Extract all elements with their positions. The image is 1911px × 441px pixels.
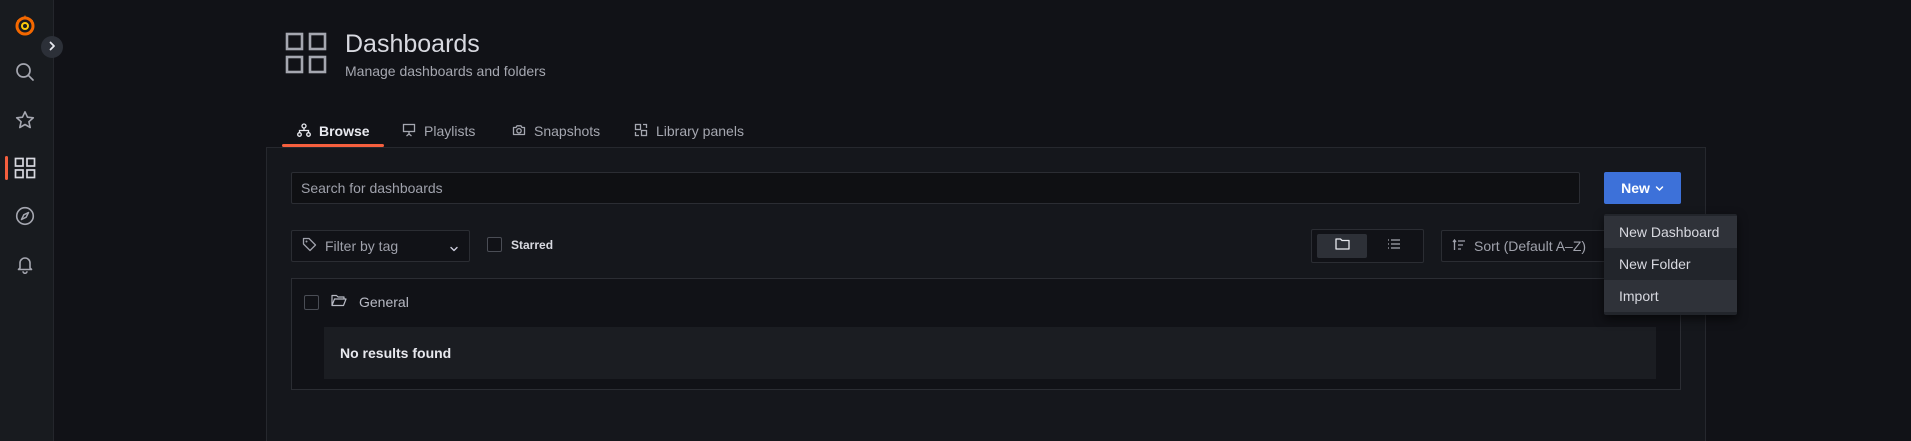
tab-label: Library panels: [656, 123, 744, 139]
chevron-down-icon: [1655, 180, 1664, 196]
folder-checkbox[interactable]: [304, 294, 319, 310]
page-subtitle: Manage dashboards and folders: [345, 63, 546, 79]
star-icon[interactable]: [12, 107, 38, 133]
empty-results-message: No results found: [324, 327, 1656, 379]
starred-filter[interactable]: Starred: [487, 237, 553, 252]
menu-item-new-folder[interactable]: New Folder: [1604, 248, 1737, 280]
folder-icon: [1334, 237, 1350, 255]
folder-open-icon: [331, 294, 347, 310]
chevron-down-icon: [449, 241, 459, 257]
tag-filter-select[interactable]: Filter by tag: [291, 230, 470, 262]
dashboards-icon[interactable]: [12, 155, 38, 181]
new-dropdown-menu: New Dashboard New Folder Import: [1604, 214, 1737, 315]
list-icon: [1387, 237, 1401, 255]
menu-item-import[interactable]: Import: [1604, 280, 1737, 312]
folder-name: General: [359, 294, 409, 310]
sidebar: [0, 0, 54, 441]
sort-label: Sort (Default A–Z): [1474, 238, 1587, 254]
new-button-label: New: [1621, 180, 1650, 196]
sort-select[interactable]: Sort (Default A–Z): [1441, 230, 1606, 262]
tab-playlists[interactable]: Playlists: [402, 114, 475, 148]
presentation-icon: [402, 123, 416, 140]
search-input[interactable]: [291, 172, 1580, 204]
grafana-logo-icon[interactable]: [12, 12, 38, 38]
search-icon[interactable]: [12, 59, 38, 85]
sidebar-toggle-button[interactable]: [41, 36, 63, 58]
tab-label: Snapshots: [534, 123, 601, 139]
bell-icon[interactable]: [12, 251, 38, 277]
compass-icon[interactable]: [12, 203, 38, 229]
page-title: Dashboards: [345, 30, 480, 58]
sidebar-active-indicator: [5, 156, 8, 180]
tab-browse[interactable]: Browse: [297, 114, 370, 148]
starred-checkbox[interactable]: [487, 237, 502, 252]
dashboards-icon: [285, 32, 327, 79]
list-view-button[interactable]: [1369, 234, 1419, 258]
menu-item-new-dashboard[interactable]: New Dashboard: [1604, 216, 1737, 248]
sort-icon: [1452, 238, 1466, 254]
view-mode-toggle: [1311, 229, 1424, 263]
tab-label: Browse: [319, 123, 370, 139]
tab-library-panels[interactable]: Library panels: [634, 114, 744, 148]
library-panels-icon: [634, 123, 648, 140]
chevron-right-icon: [47, 38, 57, 56]
starred-label: Starred: [511, 237, 554, 252]
folder-header-general[interactable]: General: [304, 294, 409, 310]
tab-snapshots[interactable]: Snapshots: [512, 114, 600, 148]
sitemap-icon: [297, 122, 311, 140]
tab-label: Playlists: [424, 123, 476, 139]
tag-icon: [302, 237, 317, 255]
folder-view-button[interactable]: [1317, 234, 1367, 258]
camera-icon: [512, 123, 526, 140]
tag-filter-placeholder: Filter by tag: [325, 238, 399, 254]
new-button[interactable]: New: [1604, 172, 1681, 204]
